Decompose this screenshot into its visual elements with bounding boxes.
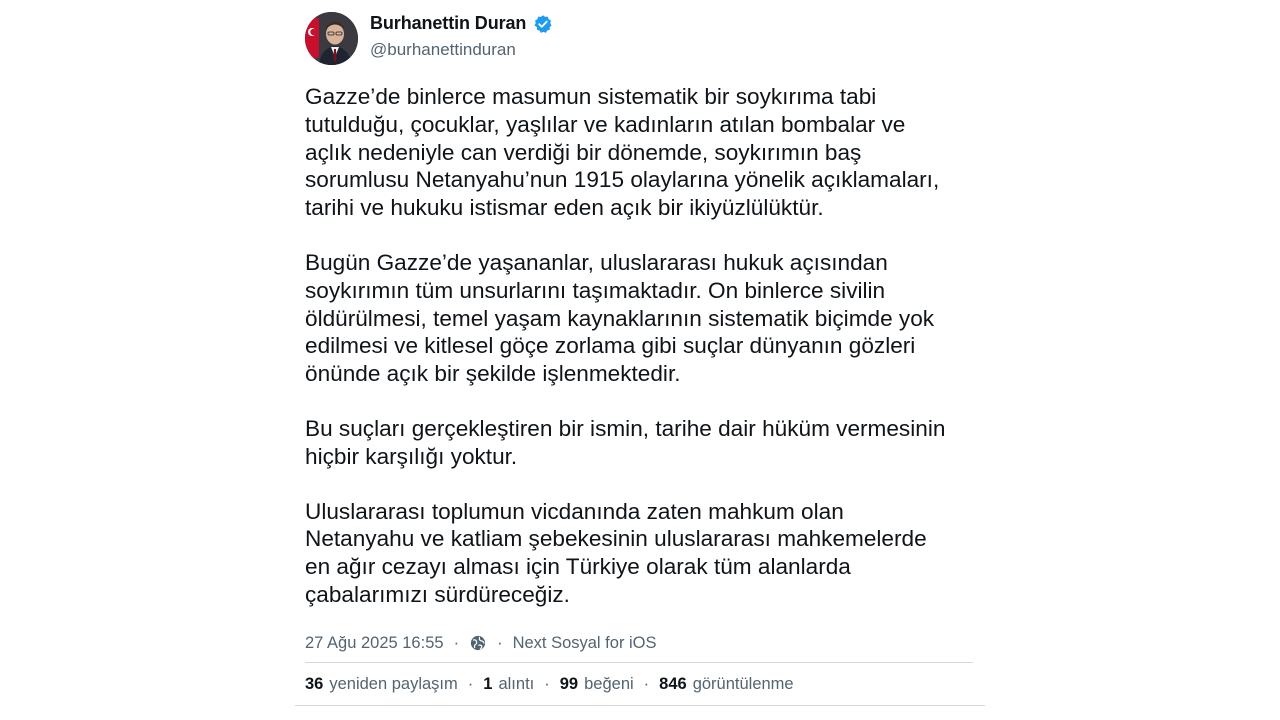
post-timestamp[interactable]: 27 Ağu 2025 16:55 [305, 634, 444, 653]
views-label: görüntülenme [692, 674, 794, 693]
likes-count: 99 [559, 674, 579, 693]
author-handle[interactable]: @burhanettinduran [370, 40, 516, 60]
quotes-count: 1 [483, 674, 493, 693]
stats-separator: · [643, 674, 650, 693]
reposts-count: 36 [305, 674, 324, 693]
stats-separator: · [544, 674, 550, 693]
divider [305, 662, 973, 663]
divider [295, 705, 985, 706]
post-body: Gazze’de binlerce masumun sistematik bir… [305, 83, 985, 636]
verified-badge-icon [533, 14, 553, 34]
globe-icon [469, 634, 487, 652]
stats-separator: · [467, 674, 474, 693]
post-meta: 27 Ağu 2025 16:55 · · Next Sosyal for iO… [305, 632, 657, 654]
quotes-stat[interactable]: 1 alıntı [483, 675, 534, 694]
post-paragraph: Bu suçları gerçekleştiren bir ismin, tar… [305, 415, 946, 469]
post-header: Burhanettin Duran @burhanettinduran [305, 10, 985, 66]
quotes-label: alıntı [498, 674, 535, 693]
avatar[interactable] [305, 12, 358, 65]
post-stats: 36 yeniden paylaşım · 1 alıntı · 99 beğeni … [305, 673, 794, 695]
post-paragraph: Bugün Gazze’de yaşananlar, uluslararası … [305, 249, 935, 387]
meta-separator: · [497, 633, 503, 652]
author-display-name[interactable]: Burhanettin Duran [370, 13, 526, 34]
avatar-image [305, 12, 358, 65]
post-paragraph: Gazze’de binlerce masumun sistematik bir… [305, 84, 940, 221]
likes-stat[interactable]: 99 beğeni [560, 675, 634, 694]
post-paragraph: Uluslararası toplumun vicdanında zaten m… [305, 498, 927, 607]
meta-separator: · [453, 633, 460, 652]
post-card: Burhanettin Duran @burhanettinduran Gazz… [295, 0, 985, 720]
post-client[interactable]: Next Sosyal for iOS [513, 634, 657, 653]
reposts-stat[interactable]: 36 yeniden paylaşım [305, 675, 458, 694]
likes-label: beğeni [584, 674, 634, 693]
views-count: 846 [659, 674, 687, 693]
views-stat: 846 görüntülenme [659, 675, 793, 694]
name-row: Burhanettin Duran [370, 13, 553, 34]
reposts-label: yeniden paylaşım [329, 674, 458, 693]
